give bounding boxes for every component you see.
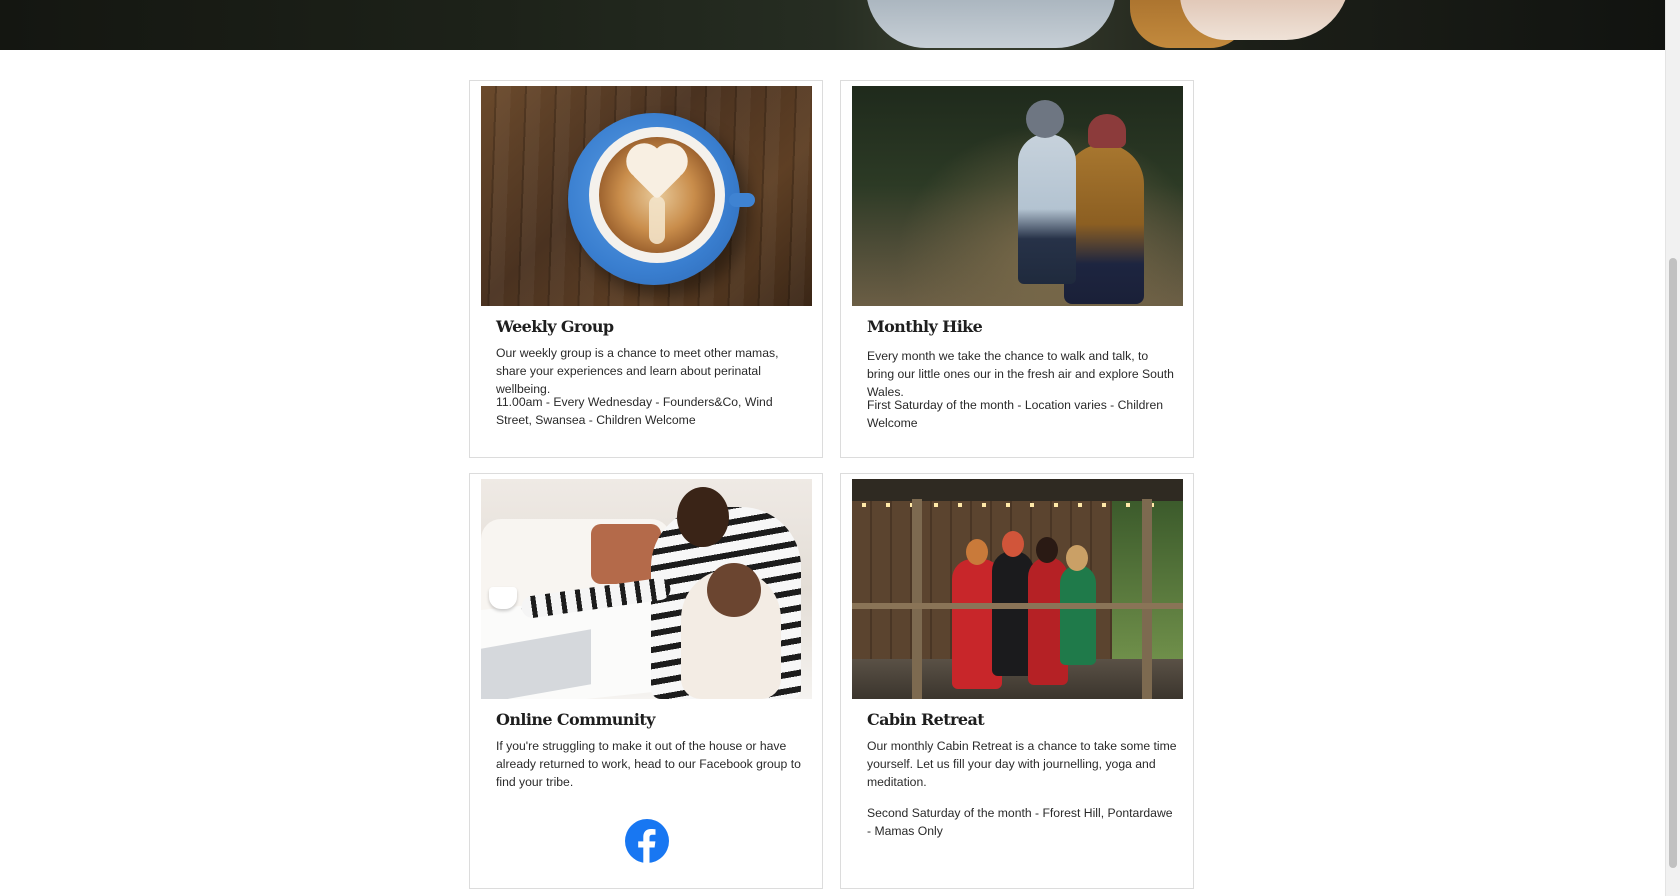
scrollbar-thumb[interactable] [1669,258,1677,868]
card-details: 11.00am - Every Wednesday - Founders&Co,… [496,395,773,427]
card-title: Cabin Retreat [867,710,985,729]
card-details: First Saturday of the month - Location v… [867,398,1164,430]
card-description: Our monthly Cabin Retreat is a chance to… [867,739,1177,789]
card-description: If you're struggling to make it out of t… [496,739,801,789]
card-online-community: Online Community If you're struggling to… [469,473,823,889]
card-weekly-group: Weekly Group Our weekly group is a chanc… [469,80,823,458]
mother-baby-laptop-photo [481,479,812,699]
card-details: Second Saturday of the month - Fforest H… [867,806,1173,838]
vertical-scrollbar[interactable] [1665,0,1680,896]
mother-child-forest-photo [852,86,1183,306]
card-title: Monthly Hike [867,317,983,336]
hero-banner-image [0,0,1665,50]
card-cabin-retreat: Cabin Retreat Our monthly Cabin Retreat … [840,473,1194,889]
card-title: Online Community [496,710,655,729]
facebook-icon[interactable] [625,819,669,863]
card-description: Every month we take the chance to walk a… [867,349,1174,399]
card-monthly-hike: Monthly Hike Every month we take the cha… [840,80,1194,458]
hero-figure-shape [1180,0,1350,40]
women-cabin-porch-photo [852,479,1183,699]
page: Weekly Group Our weekly group is a chanc… [0,0,1665,896]
card-title: Weekly Group [496,317,614,336]
card-description: Our weekly group is a chance to meet oth… [496,346,779,396]
latte-art-coffee-photo [481,86,812,306]
hero-figure-shape [866,0,1116,48]
